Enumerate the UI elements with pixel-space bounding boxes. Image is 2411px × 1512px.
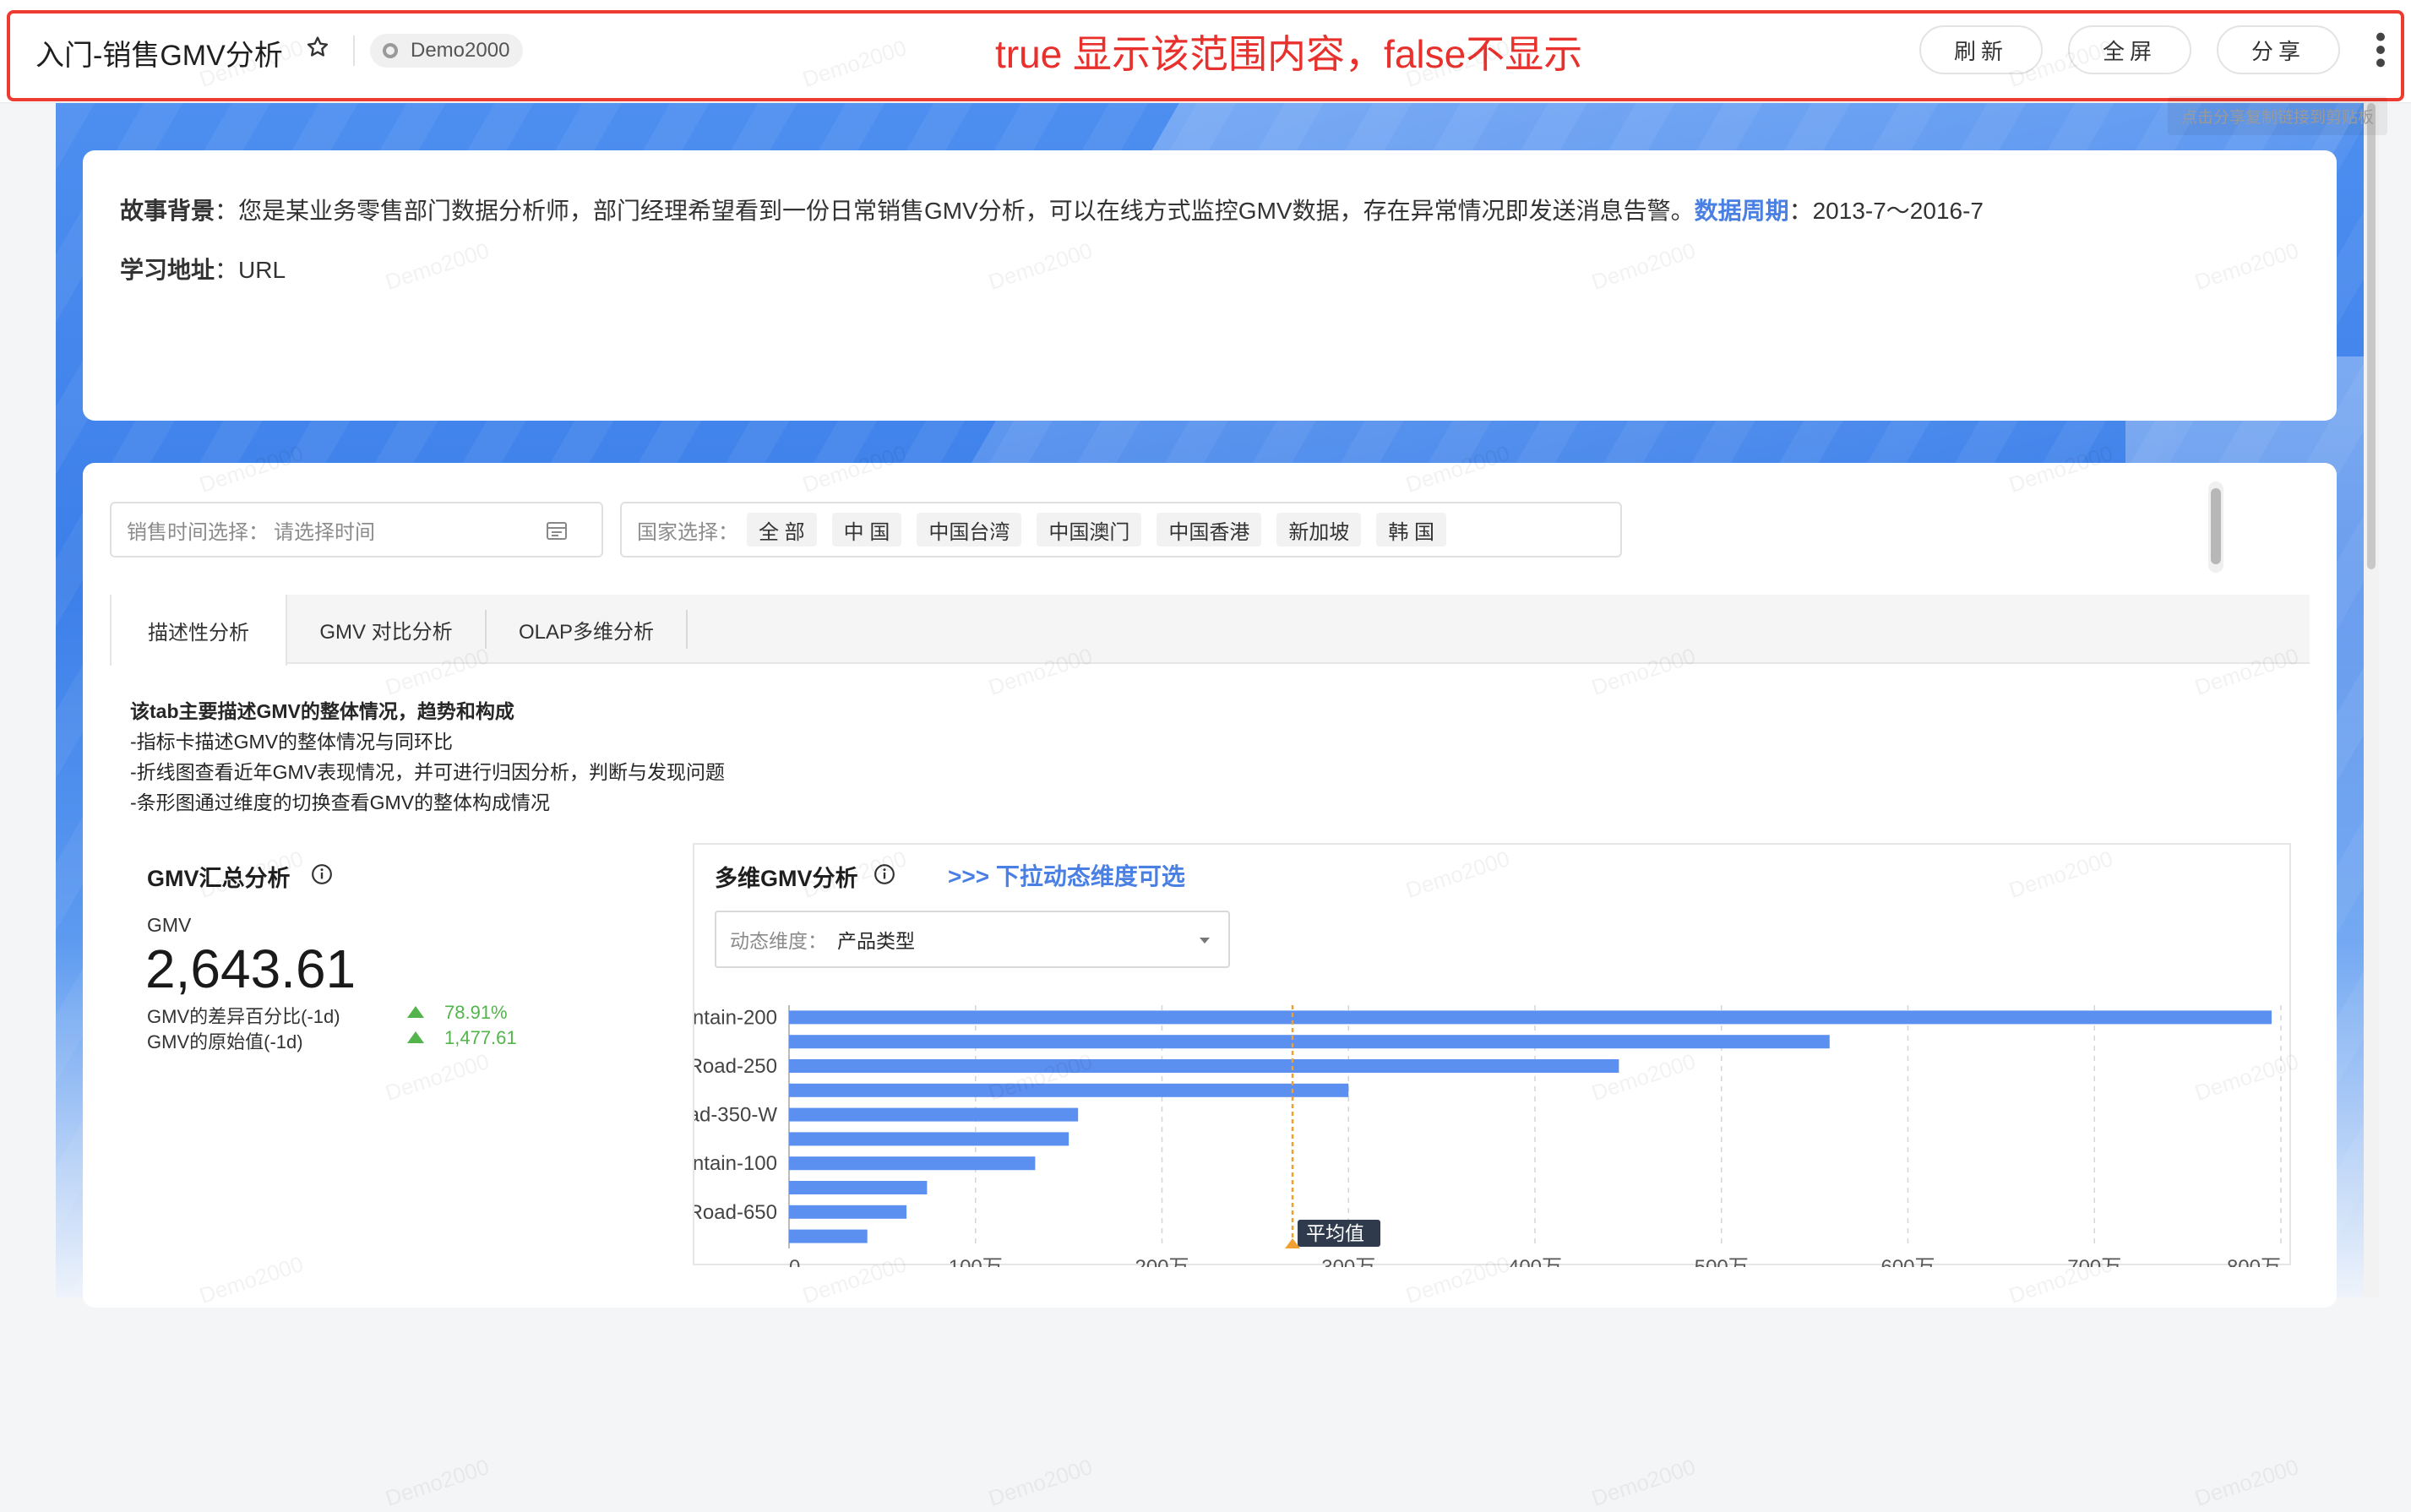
chevron-down-icon <box>1200 938 1210 944</box>
sales-time-filter[interactable]: 销售时间选择： 请选择时间 <box>110 502 603 557</box>
info-icon[interactable] <box>874 863 895 885</box>
calendar-icon[interactable] <box>546 520 568 541</box>
bar <box>789 1107 1079 1122</box>
dashboard-header: 入门-销售GMV分析 Demo2000 true 显示该范围内容，false不显… <box>0 0 2411 103</box>
gmv-bar-chart: 0 100万 200万 300万 400万 500万 600万 700万 800万 Mountai… <box>694 1005 2282 1267</box>
country-option[interactable]: 全 部 <box>747 513 817 547</box>
workspace-tag[interactable]: Demo2000 <box>370 34 524 68</box>
story-card: 故事背景：您是某业务零售部门数据分析师，部门经理希望看到一份日常销售GMV分析，… <box>83 150 2337 421</box>
tab-gmv-compare[interactable]: GMV 对比分析 <box>287 595 485 664</box>
x-tick-label: 200万 <box>1135 1256 1189 1267</box>
y-tick-label: Mountain-100 <box>694 1152 777 1175</box>
story-background-label: 故事背景 <box>120 198 215 224</box>
x-tick-label: 0 <box>789 1256 800 1267</box>
country-option[interactable]: 韩 国 <box>1376 513 1447 547</box>
kpi-label: GMV <box>147 914 192 936</box>
bar <box>789 1205 907 1219</box>
x-tick-label: 600万 <box>1880 1256 1935 1267</box>
bar <box>789 1229 868 1243</box>
bar <box>789 1181 928 1194</box>
dimension-select[interactable]: 动态维度： 产品类型 <box>715 911 1230 968</box>
trend-up-icon <box>407 1031 424 1043</box>
dimension-value: 产品类型 <box>837 930 915 952</box>
story-learn-line: 学习地址：URL <box>120 252 286 286</box>
average-label: 平均值 <box>1306 1222 1364 1244</box>
country-filter-label: 国家选择： <box>637 520 738 544</box>
tab-olap[interactable]: OLAP多维分析 <box>487 595 686 664</box>
info-icon[interactable] <box>311 863 333 885</box>
x-tick-label: 100万 <box>949 1256 1003 1267</box>
x-tick-label: 400万 <box>1508 1256 1562 1267</box>
y-tick-label: Road-350-W <box>694 1104 777 1127</box>
country-option[interactable]: 中国香港 <box>1157 513 1262 547</box>
time-filter-label: 销售时间选择： <box>127 520 269 544</box>
title-divider <box>353 35 355 66</box>
country-option[interactable]: 中国澳门 <box>1037 513 1142 547</box>
tab-descriptive[interactable]: 描述性分析 <box>110 595 287 666</box>
share-tooltip: 点击分享复制链接到剪贴板 <box>2168 96 2387 135</box>
analysis-card: 销售时间选择： 请选择时间 国家选择： 全 部中 国中国台湾 中国澳门 中国香港 新加… <box>83 463 2337 1308</box>
refresh-button[interactable]: 刷新 <box>1919 25 2043 74</box>
kpi-diff-label: GMV的差异百分比(-1d) <box>147 1006 340 1027</box>
x-tick-label: 300万 <box>1321 1256 1375 1267</box>
tab-description: 该tab主要描述GMV的整体情况，趋势和构成 -指标卡描述GMV的整体情况与同环… <box>130 696 725 818</box>
bar <box>789 1156 1036 1171</box>
time-filter-placeholder: 请选择时间 <box>274 520 375 544</box>
country-option[interactable]: 中 国 <box>831 513 902 547</box>
kpi-raw-number: 1,477.61 <box>444 1027 517 1048</box>
bar <box>789 1083 1349 1097</box>
kpi-diff-value: 78.91% <box>407 1002 508 1024</box>
kpi-diff-number: 78.91% <box>444 1002 508 1023</box>
page-scrollbar[interactable] <box>2364 103 2379 1297</box>
chart-title: 多维GMV分析 <box>715 866 858 891</box>
bar <box>789 1059 1619 1073</box>
x-tick-label: 800万 <box>2227 1256 2281 1267</box>
kpi-title: GMV汇总分析 <box>147 866 291 891</box>
filter-scrollbar[interactable] <box>2208 481 2223 573</box>
country-option[interactable]: 中国台湾 <box>917 513 1022 547</box>
more-vertical-icon[interactable] <box>2370 29 2391 71</box>
analysis-tabs: 描述性分析 GMV 对比分析 OLAP多维分析 <box>110 595 2310 666</box>
country-filter: 国家选择： 全 部中 国中国台湾 中国澳门 中国香港 新加坡韩 国 <box>620 502 1622 557</box>
country-option[interactable]: 新加坡 <box>1276 513 1362 547</box>
annotation-text: true 显示该范围内容，false不显示 <box>995 32 1583 76</box>
tab-description-line: -折线图查看近年GMV表现情况，并可进行归因分析，判断与发现问题 <box>130 761 726 783</box>
dimension-hint: >>> 下拉动态维度可选 <box>948 863 1185 889</box>
y-tick-label: Road-650 <box>694 1201 777 1224</box>
y-tick-label: Road-250 <box>694 1055 777 1078</box>
tab-description-line: -条形图通过维度的切换查看GMV的整体构成情况 <box>130 791 551 813</box>
kpi-raw-label: GMV的原始值(-1d) <box>147 1031 303 1052</box>
learn-address-label: 学习地址 <box>120 257 215 283</box>
kpi-raw-value: 1,477.61 <box>407 1027 517 1049</box>
page-footer-area <box>0 1297 2411 1389</box>
data-period-label: 数据周期 <box>1694 198 1789 224</box>
y-tick-label: Mountain-200 <box>694 1006 777 1029</box>
watermark: Demo2000 <box>1588 1454 1699 1511</box>
x-tick-label: 500万 <box>1695 1256 1749 1267</box>
workspace-name: Demo2000 <box>411 39 510 62</box>
multidim-gmv-panel: 0 100万 200万 300万 400万 500万 600万 700万 800万 Mountai… <box>693 843 2291 1267</box>
share-button[interactable]: 分享 <box>2217 25 2340 74</box>
bar <box>789 1035 1830 1049</box>
tab-description-line: -指标卡描述GMV的整体情况与同环比 <box>130 731 454 753</box>
story-background-text: ：您是某业务零售部门数据分析师，部门经理希望看到一份日常销售GMV分析，可以在线… <box>215 198 1695 224</box>
kpi-value: 2,643.61 <box>145 938 356 999</box>
workspace-icon <box>383 43 398 58</box>
bar <box>789 1132 1069 1146</box>
story-background-line: 故事背景：您是某业务零售部门数据分析师，部门经理希望看到一份日常销售GMV分析，… <box>120 193 1984 226</box>
data-period-value: ：2013-7～2016-7 <box>1788 198 1984 224</box>
x-tick-label: 700万 <box>2067 1256 2121 1267</box>
dimension-label: 动态维度： <box>730 930 827 952</box>
bar <box>789 1010 2272 1025</box>
dashboard-title: 入门-销售GMV分析 <box>35 40 283 72</box>
watermark: Demo2000 <box>382 1454 493 1511</box>
tab-description-title: 该tab主要描述GMV的整体情况，趋势和构成 <box>130 700 514 722</box>
fullscreen-button[interactable]: 全屏 <box>2068 25 2191 74</box>
trend-up-icon <box>407 1006 424 1018</box>
favorite-star-icon[interactable] <box>304 34 331 61</box>
watermark: Demo2000 <box>2191 1454 2302 1511</box>
watermark: Demo2000 <box>985 1454 1096 1511</box>
learn-address-value[interactable]: ：URL <box>215 257 286 283</box>
